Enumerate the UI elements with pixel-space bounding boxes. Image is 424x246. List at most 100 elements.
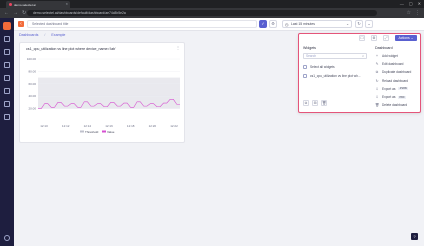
clock-icon: ◷ xyxy=(285,22,289,27)
y-tick-label: 20.00 xyxy=(28,107,36,111)
widget-search-input[interactable]: Search ⌕ xyxy=(303,53,367,59)
reload-icon[interactable]: ↻ xyxy=(22,10,26,16)
app-logo[interactable] xyxy=(3,22,11,30)
widget-checkbox[interactable] xyxy=(303,74,307,78)
add-widget-item[interactable]: + Add widget xyxy=(375,54,398,58)
time-range-value: Last 15 minutes xyxy=(291,22,315,26)
select-all-checkbox-row[interactable]: Select all widgets xyxy=(303,65,335,69)
widget-actions: ⧉ ⊞ 🗑 xyxy=(303,100,327,106)
copy-widget-icon[interactable]: ⧉ xyxy=(303,100,309,106)
gear-icon[interactable]: ⚙ xyxy=(371,35,377,41)
alerts-icon[interactable] xyxy=(4,88,10,94)
browser-tab-strip: demo.selectel.ai ✕ — ▢ ✕ xyxy=(0,0,424,8)
favicon-icon xyxy=(9,3,12,6)
browser-tab[interactable]: demo.selectel.ai ✕ xyxy=(6,1,70,8)
reload-dashboard-item[interactable]: ↻ Reload dashboard xyxy=(375,79,408,83)
search-placeholder: Search xyxy=(306,54,317,58)
menu-item-label: Add widget xyxy=(382,54,398,58)
close-window-icon[interactable]: ✕ xyxy=(418,1,421,6)
select-all-label: Select all widgets xyxy=(310,65,335,69)
widget-menu-icon[interactable]: ⋮ xyxy=(176,45,180,50)
browser-nav: ← → ↻ xyxy=(4,10,26,16)
actions-menu: ☐ ⚙ ⤢ Actions ⌄ Widgets Search ⌕ Select … xyxy=(298,33,421,113)
legend-threshold-swatch xyxy=(80,130,84,133)
delete-widget-icon[interactable]: 🗑 xyxy=(321,100,327,106)
legend-value-label: Value xyxy=(107,130,115,134)
export-pdf-item[interactable]: ⇩ Export as PDF xyxy=(375,95,406,99)
browser-menu-icon[interactable]: ⋮ xyxy=(415,10,420,16)
group-widget-icon[interactable]: ⊞ xyxy=(312,100,318,106)
edit-dashboard-item[interactable]: ✎ Edit dashboard xyxy=(375,62,404,67)
actions-button[interactable]: Actions ⌄ xyxy=(395,35,417,41)
data-icon[interactable] xyxy=(4,101,10,107)
address-bar[interactable]: demo.selectel.ai/dashboards/default/dash… xyxy=(27,10,377,16)
fullscreen-icon[interactable]: ⤢ xyxy=(383,35,389,41)
y-tick-label: 60.00 xyxy=(28,82,36,86)
layout-icon[interactable]: ☐ xyxy=(359,35,365,41)
y-tick-label: 100.00 xyxy=(27,57,37,61)
minimize-icon[interactable]: — xyxy=(400,1,404,6)
plus-icon: + xyxy=(376,54,378,58)
duplicate-dashboard-item[interactable]: ⧉ Duplicate dashboard xyxy=(375,70,411,74)
legend-threshold-label: Threshold xyxy=(85,130,99,134)
search-icon: ⌕ xyxy=(362,54,364,58)
home-icon[interactable] xyxy=(4,36,10,42)
menu-item-label: Delete dashboard xyxy=(382,103,408,108)
download-icon: ⇩ xyxy=(375,86,379,91)
refresh-button[interactable]: ↻ xyxy=(355,20,363,28)
save-button[interactable]: ✓ xyxy=(259,20,267,28)
browser-toolbar: ← → ↻ demo.selectel.ai/dashboards/defaul… xyxy=(0,8,424,18)
export-format-code: JSON xyxy=(398,87,408,91)
analytics-icon[interactable] xyxy=(4,75,10,81)
menu-item-label: Edit dashboard xyxy=(382,62,404,67)
reports-icon[interactable] xyxy=(4,114,10,120)
legend-value-swatch xyxy=(102,130,106,133)
x-tick-label: 12:20 xyxy=(149,124,157,128)
y-tick-label: 40.00 xyxy=(28,94,36,98)
download-icon: ⇩ xyxy=(375,95,379,99)
delete-dashboard-item[interactable]: 🗑 Delete dashboard xyxy=(375,103,407,107)
browser-actions: ☆ ⋮ xyxy=(407,10,420,16)
time-range-select[interactable]: ◷ Last 15 minutes ⌄ xyxy=(282,20,352,28)
help-button[interactable]: ? xyxy=(411,233,418,240)
breadcrumb-dashboards[interactable]: Dashboards xyxy=(19,33,38,37)
dashboard-topbar: ‹ Selected dashboard title ✓ ⚙ ◷ Last 15… xyxy=(14,18,424,31)
devices-icon[interactable] xyxy=(4,62,10,68)
pencil-icon: ✎ xyxy=(375,62,379,67)
trash-icon: 🗑 xyxy=(375,103,380,108)
dashboard-title-input[interactable]: Selected dashboard title xyxy=(27,20,257,28)
maximize-icon[interactable]: ▢ xyxy=(409,1,413,6)
select-all-checkbox[interactable] xyxy=(303,65,307,69)
forward-icon[interactable]: → xyxy=(13,10,18,16)
widget-title: cs1_cpu_utilization vs line plot where d… xyxy=(26,47,116,51)
threshold-band xyxy=(38,77,180,109)
menu-item-label: Reload dashboard xyxy=(382,78,409,83)
bookmark-icon[interactable]: ☆ xyxy=(407,10,411,16)
widgets-heading: Widgets xyxy=(303,46,316,50)
settings-button[interactable]: ⚙ xyxy=(269,20,277,28)
chevron-down-icon: ⌄ xyxy=(346,22,349,26)
app-sidebar xyxy=(0,18,14,246)
copy-icon: ⧉ xyxy=(375,70,379,75)
user-avatar[interactable] xyxy=(4,235,10,241)
browser-tab-title: demo.selectel.ai xyxy=(14,2,36,7)
x-tick-label: 12:14 xyxy=(84,124,92,128)
menu-item-label: Export as xyxy=(382,95,396,99)
widget-checkbox-row[interactable]: cs1_cpu_utilization vs line plot wh... xyxy=(303,74,361,78)
breadcrumb: Dashboards / Example xyxy=(19,33,65,37)
tab-close-icon[interactable]: ✕ xyxy=(65,2,68,6)
widget-panel[interactable]: cs1_cpu_utilization vs line plot where d… xyxy=(19,42,185,143)
export-format-code: PDF xyxy=(398,95,406,99)
window-controls: — ▢ ✕ xyxy=(400,1,421,6)
back-button[interactable]: ‹ xyxy=(18,21,24,27)
dashboard-heading: Dashboard xyxy=(375,46,393,50)
x-tick-label: 12:12 xyxy=(62,124,70,128)
refresh-interval-button[interactable]: ⌄ xyxy=(365,20,373,28)
menu-header: ☐ ⚙ ⤢ Actions ⌄ xyxy=(299,34,420,42)
back-icon[interactable]: ← xyxy=(4,10,9,16)
menu-item-label: Export as xyxy=(382,86,396,91)
breadcrumb-separator: / xyxy=(44,33,46,37)
export-json-item[interactable]: ⇩ Export as JSON xyxy=(375,87,408,91)
breadcrumb-current[interactable]: Example xyxy=(51,33,65,37)
dashboards-icon[interactable] xyxy=(4,49,10,55)
